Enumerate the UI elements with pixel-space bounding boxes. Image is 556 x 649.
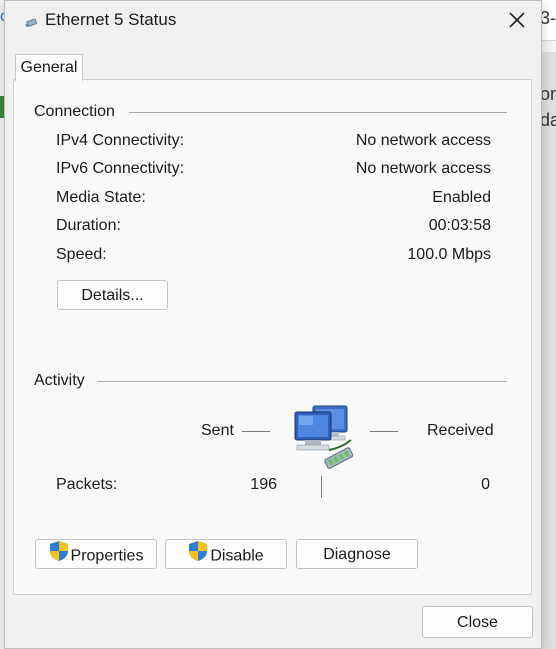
background-text: 3- <box>540 8 556 28</box>
media-state-label: Media State: <box>56 189 146 206</box>
diagnose-button[interactable]: Diagnose <box>296 539 418 569</box>
network-adapter-icon <box>24 15 40 28</box>
sent-line <box>242 431 270 432</box>
ipv6-value: No network access <box>355 160 491 177</box>
details-button-label: Details... <box>81 287 144 304</box>
disable-button[interactable]: Disable <box>165 539 287 569</box>
sent-label: Sent <box>201 422 234 439</box>
connection-header: Connection <box>34 103 123 121</box>
duration-value: 00:03:58 <box>428 217 491 234</box>
speed-value: 100.0 Mbps <box>407 246 491 263</box>
tab-panel-general: Connection IPv4 Connectivity: No network… <box>13 79 532 595</box>
close-button[interactable]: Close <box>422 606 533 638</box>
activity-divider <box>98 381 507 382</box>
background-text: da <box>540 110 556 130</box>
details-button[interactable]: Details... <box>57 280 168 310</box>
window-title: Ethernet 5 Status <box>45 10 177 29</box>
uac-shield-icon <box>188 540 208 573</box>
uac-shield-icon <box>49 540 69 573</box>
media-state-value: Enabled <box>432 189 491 206</box>
close-button-label: Close <box>457 614 498 631</box>
properties-button[interactable]: Properties <box>35 539 157 569</box>
ipv4-value: No network access <box>355 132 491 149</box>
duration-label: Duration: <box>56 217 121 234</box>
background-text: ᴏn <box>540 84 556 104</box>
network-computers-icon <box>289 402 363 477</box>
speed-label: Speed: <box>56 246 107 263</box>
received-line <box>370 431 398 432</box>
ipv4-label: IPv4 Connectivity: <box>56 132 185 149</box>
packets-divider <box>321 476 322 498</box>
close-icon[interactable] <box>499 7 535 35</box>
tab-general[interactable]: General <box>15 54 83 81</box>
diagnose-button-label: Diagnose <box>323 546 391 563</box>
activity-header: Activity <box>34 372 93 390</box>
packets-sent-value: 196 <box>250 476 277 493</box>
ipv6-label: IPv6 Connectivity: <box>56 160 185 177</box>
connection-divider <box>129 112 507 113</box>
title-bar[interactable]: Ethernet 5 Status <box>5 1 541 41</box>
properties-button-label: Properties <box>70 547 144 565</box>
packets-label: Packets: <box>56 476 118 493</box>
disable-button-label: Disable <box>210 547 264 565</box>
received-label: Received <box>427 422 494 439</box>
status-dialog: Ethernet 5 Status General Connection IPv… <box>4 0 542 649</box>
packets-received-value: 0 <box>481 476 490 493</box>
